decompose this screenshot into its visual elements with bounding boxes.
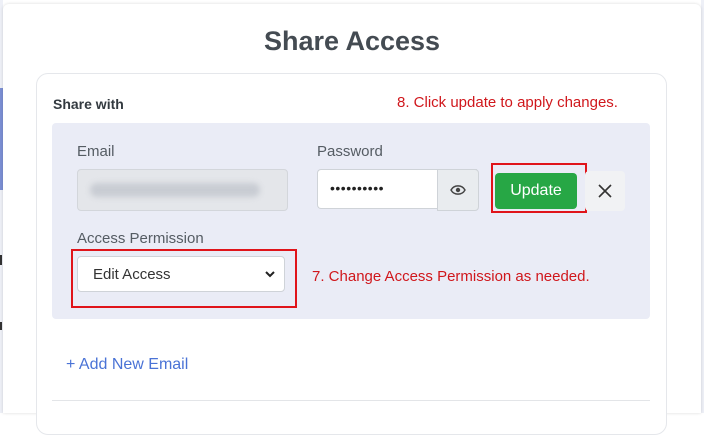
add-new-email-link[interactable]: + Add New Email [66,356,188,374]
card-divider [52,400,650,401]
show-password-button[interactable] [437,169,479,211]
password-label: Password [317,143,383,160]
backdrop-mark [0,255,2,265]
eye-icon [450,185,466,195]
share-entry-panel: Email Password •••••••••• Update Access … [52,123,650,319]
access-permission-label: Access Permission [77,230,204,247]
blurred-email-value [90,183,260,197]
password-value: •••••••••• [330,180,385,196]
share-access-modal: Share Access Share with 8. Click update … [3,4,701,435]
close-icon [598,184,612,198]
highlight-permission [71,249,297,308]
remove-entry-button[interactable] [585,171,625,211]
backdrop-mark [0,322,2,330]
annotation-step-7: 7. Change Access Permission as needed. [312,268,590,285]
annotation-step-8: 8. Click update to apply changes. [397,94,618,111]
modal-title: Share Access [263,26,441,56]
highlight-update [491,163,587,213]
share-card: Share with 8. Click update to apply chan… [36,73,667,435]
share-with-label: Share with [53,96,124,112]
email-label: Email [77,143,115,160]
email-field[interactable] [77,169,288,211]
